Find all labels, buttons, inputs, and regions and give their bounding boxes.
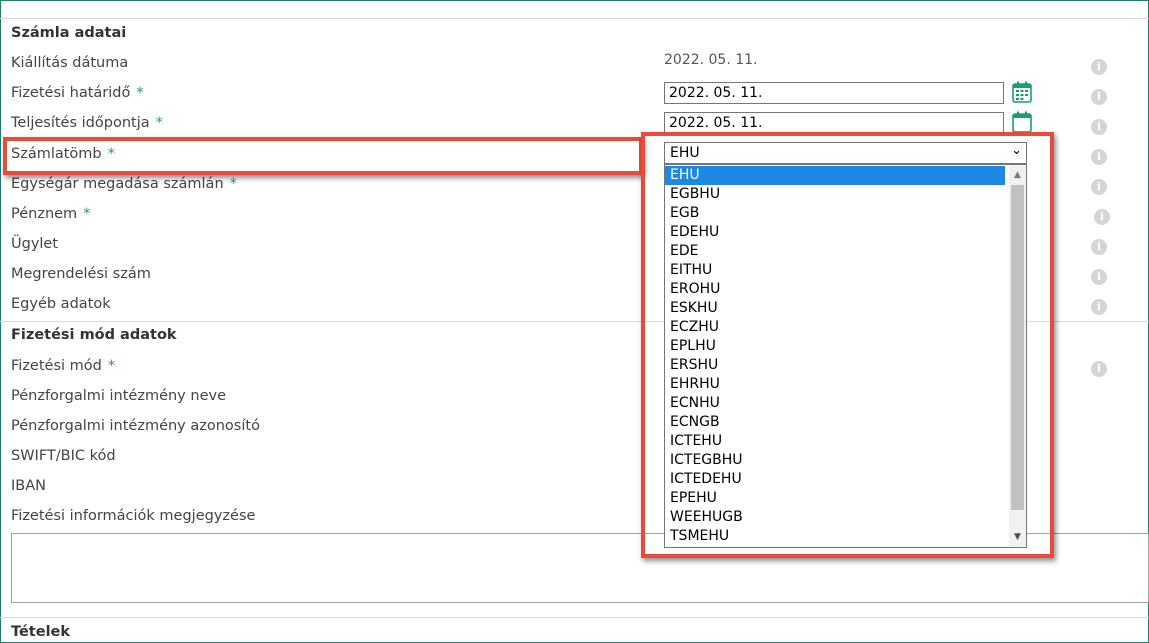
currency-label: Pénznem *: [11, 206, 91, 222]
swift-label: SWIFT/BIC kód: [11, 448, 116, 464]
section-title-items: Tételek: [11, 624, 71, 640]
unit-price-label: Egységár megadása számlán *: [11, 176, 237, 192]
info-icon[interactable]: i: [1091, 269, 1107, 285]
calendar-icon[interactable]: [1012, 111, 1032, 133]
info-icon[interactable]: i: [1091, 299, 1107, 315]
divider-top: [0, 18, 1149, 19]
due-date-input[interactable]: [664, 82, 1004, 104]
section-title-invoice: Számla adatai: [11, 25, 127, 41]
info-icon[interactable]: i: [1091, 239, 1107, 255]
info-icon[interactable]: i: [1091, 149, 1107, 165]
payment-method-label: Fizetési mód *: [11, 358, 116, 374]
bank-id-label: Pénzforgalmi intézmény azonosító: [11, 418, 260, 434]
info-icon[interactable]: i: [1094, 209, 1110, 225]
info-icon[interactable]: i: [1091, 89, 1107, 105]
info-icon[interactable]: i: [1091, 119, 1107, 135]
divider-items: [0, 617, 1149, 618]
info-icon[interactable]: i: [1091, 59, 1107, 75]
order-number-label: Megrendelési szám: [11, 266, 151, 282]
calendar-icon[interactable]: [1012, 81, 1032, 103]
section-title-payment: Fizetési mód adatok: [11, 327, 177, 343]
other-data-label: Egyéb adatok: [11, 296, 111, 312]
highlight-box-dropdown: [641, 132, 1054, 558]
info-icon[interactable]: i: [1091, 179, 1107, 195]
transaction-label: Ügylet: [11, 236, 59, 252]
completion-date-label: Teljesítés időpontja *: [11, 115, 163, 131]
iban-label: IBAN: [11, 478, 46, 494]
due-date-label: Fizetési határidő *: [11, 85, 144, 101]
bank-name-label: Pénzforgalmi intézmény neve: [11, 388, 226, 404]
issue-date-label: Kiállítás dátuma: [11, 55, 129, 71]
completion-date-input[interactable]: [664, 112, 1004, 134]
info-icon[interactable]: i: [1091, 361, 1107, 377]
highlight-box-label: [3, 137, 643, 175]
issue-date-value: 2022. 05. 11.: [664, 52, 758, 68]
payment-note-label: Fizetési információk megjegyzése: [11, 508, 256, 524]
